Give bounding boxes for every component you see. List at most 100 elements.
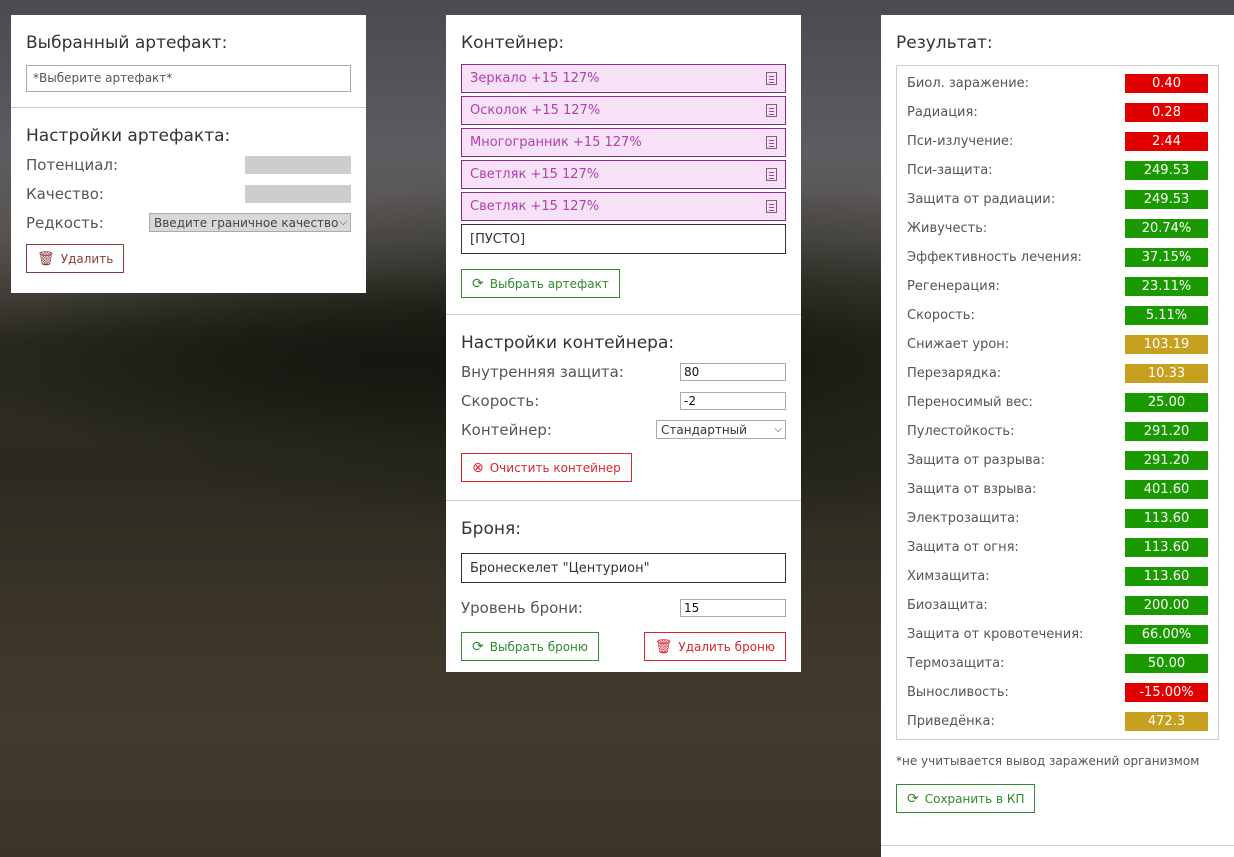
armor-name-field[interactable]: Бронескелет "Центурион" [461,553,786,583]
result-value-badge: 291.20 [1125,451,1208,470]
container-type-value: Стандартный [661,422,747,437]
result-row: Электрозащита: 113.60 [907,504,1208,533]
result-row: Приведёнка: 472.3 [907,707,1208,736]
result-note: *не учитывается вывод заражений организм… [896,754,1200,768]
result-value-badge: 37.15% [1125,248,1208,267]
select-armor-button[interactable]: ⟳ Выбрать броню [461,632,599,661]
result-row: Переносимый вес: 25.00 [907,388,1208,417]
result-value-badge: 291.20 [1125,422,1208,441]
container-type-select[interactable]: Стандартный ⌵ [656,420,786,439]
chevron-down-icon: ⌵ [339,217,347,228]
inner-protection-label: Внутренняя защита: [461,362,624,381]
artifact-slot[interactable]: Осколок +15 127% [461,96,786,125]
container-section: Контейнер: Зеркало +15 127% Осколок +15 1… [446,15,801,314]
document-icon[interactable] [766,200,777,213]
selected-artifact-section: Выбранный артефакт: *Выберите артефакт* [11,15,366,107]
result-row: Снижает урон: 103.19 [907,330,1208,359]
result-value-badge: 20.74% [1125,219,1208,238]
selected-artifact-title: Выбранный артефакт: [26,33,228,53]
result-value-badge: 10.33 [1125,364,1208,383]
speed-label: Скорость: [461,391,540,410]
delete-artifact-label: Удалить [60,251,114,266]
trash-icon: 🗑 [37,250,55,267]
result-row: Защита от разрыва: 291.20 [907,446,1208,475]
artifact-slot-label: Многогранник +15 127% [470,135,642,150]
result-label: Термозащита: [907,656,1005,671]
artifact-settings-section: Настройки артефакта: Потенциал: Качество… [11,107,366,273]
result-label: Защита от взрыва: [907,482,1037,497]
artifact-select-input[interactable]: *Выберите артефакт* [26,65,351,92]
armor-level-input[interactable]: 15 [680,598,786,617]
speed-input[interactable]: -2 [680,391,786,410]
result-row: Защита от огня: 113.60 [907,533,1208,562]
container-type-row: Контейнер: Стандартный ⌵ [461,415,786,444]
select-artifact-label: Выбрать артефакт [489,276,609,291]
delete-artifact-button[interactable]: 🗑 Удалить [26,244,125,273]
result-value-badge: 50.00 [1125,654,1208,673]
result-label: Защита от кровотечения: [907,627,1084,642]
result-label: Живучесть: [907,221,988,236]
container-settings-title: Настройки контейнера: [461,333,675,353]
clear-container-button[interactable]: ⊗ Очистить контейнер [461,453,632,482]
clear-container-label: Очистить контейнер [489,460,621,475]
artifact-slot[interactable]: Многогранник +15 127% [461,128,786,157]
save-label: Сохранить в КП [924,791,1025,806]
save-button[interactable]: ⟳ Сохранить в КП [896,784,1036,813]
result-row: Радиация: 0.28 [907,98,1208,127]
result-label: Электрозащита: [907,511,1020,526]
result-value-badge: 113.60 [1125,567,1208,586]
divider [881,845,1234,846]
result-row: Химзащита: 113.60 [907,562,1208,591]
inner-protection-input[interactable]: 80 [680,362,786,381]
result-row: Живучесть: 20.74% [907,214,1208,243]
artifact-slot[interactable]: Зеркало +15 127% [461,64,786,93]
result-value-badge: 200.00 [1125,596,1208,615]
container-panel: Контейнер: Зеркало +15 127% Осколок +15 1… [446,15,801,672]
result-title: Результат: [896,33,993,53]
result-list: Биол. заражение: 0.40 Радиация: 0.28 Пси-изл… [896,65,1219,740]
document-icon[interactable] [766,168,777,181]
result-row: Регенерация: 23.11% [907,272,1208,301]
result-label: Пси-излучение: [907,134,1014,149]
result-value-badge: 249.53 [1125,190,1208,209]
result-row: Биозащита: 200.00 [907,591,1208,620]
refresh-icon: ⟳ [472,638,484,655]
result-label: Выносливость: [907,685,1009,700]
result-label: Перезарядка: [907,366,1002,381]
quality-input[interactable] [245,184,351,203]
container-title: Контейнер: [461,33,565,53]
rarity-select[interactable]: Введите граничное качество ⌵ [149,213,351,232]
result-row: Эффективность лечения: 37.15% [907,243,1208,272]
artifact-slot-label: Зеркало +15 127% [470,71,600,86]
result-value-badge: 0.40 [1125,74,1208,93]
result-row: Защита от радиации: 249.53 [907,185,1208,214]
result-label: Химзащита: [907,569,990,584]
result-label: Биозащита: [907,598,988,613]
result-value-badge: -15.00% [1125,683,1208,702]
result-row: Пулестойкость: 291.20 [907,417,1208,446]
delete-armor-button[interactable]: 🗑 Удалить броню [643,632,786,661]
result-value-badge: 2.44 [1125,132,1208,151]
document-icon[interactable] [766,72,777,85]
quality-row: Качество: [26,179,351,208]
artifact-slot[interactable]: Светляк +15 127% [461,160,786,189]
artifact-slot-label: Светляк +15 127% [470,199,600,214]
result-label: Эффективность лечения: [907,250,1082,265]
armor-level-label: Уровень брони: [461,598,583,617]
result-value-badge: 113.60 [1125,509,1208,528]
potential-input[interactable] [245,155,351,174]
result-value-badge: 103.19 [1125,335,1208,354]
artifact-list: Зеркало +15 127% Осколок +15 127% Многогра… [461,64,786,221]
refresh-icon: ⟳ [907,790,919,807]
result-value-badge: 401.60 [1125,480,1208,499]
document-icon[interactable] [766,104,777,117]
empty-slot[interactable]: [ПУСТО] [461,224,786,254]
clear-circle-icon: ⊗ [472,459,484,476]
result-label: Защита от огня: [907,540,1019,555]
select-artifact-button[interactable]: ⟳ Выбрать артефакт [461,269,620,298]
artifact-slot[interactable]: Светляк +15 127% [461,192,786,221]
artifact-slot-label: Светляк +15 127% [470,167,600,182]
result-row: Пси-защита: 249.53 [907,156,1208,185]
document-icon[interactable] [766,136,777,149]
armor-level-row: Уровень брони: 15 [461,593,786,622]
